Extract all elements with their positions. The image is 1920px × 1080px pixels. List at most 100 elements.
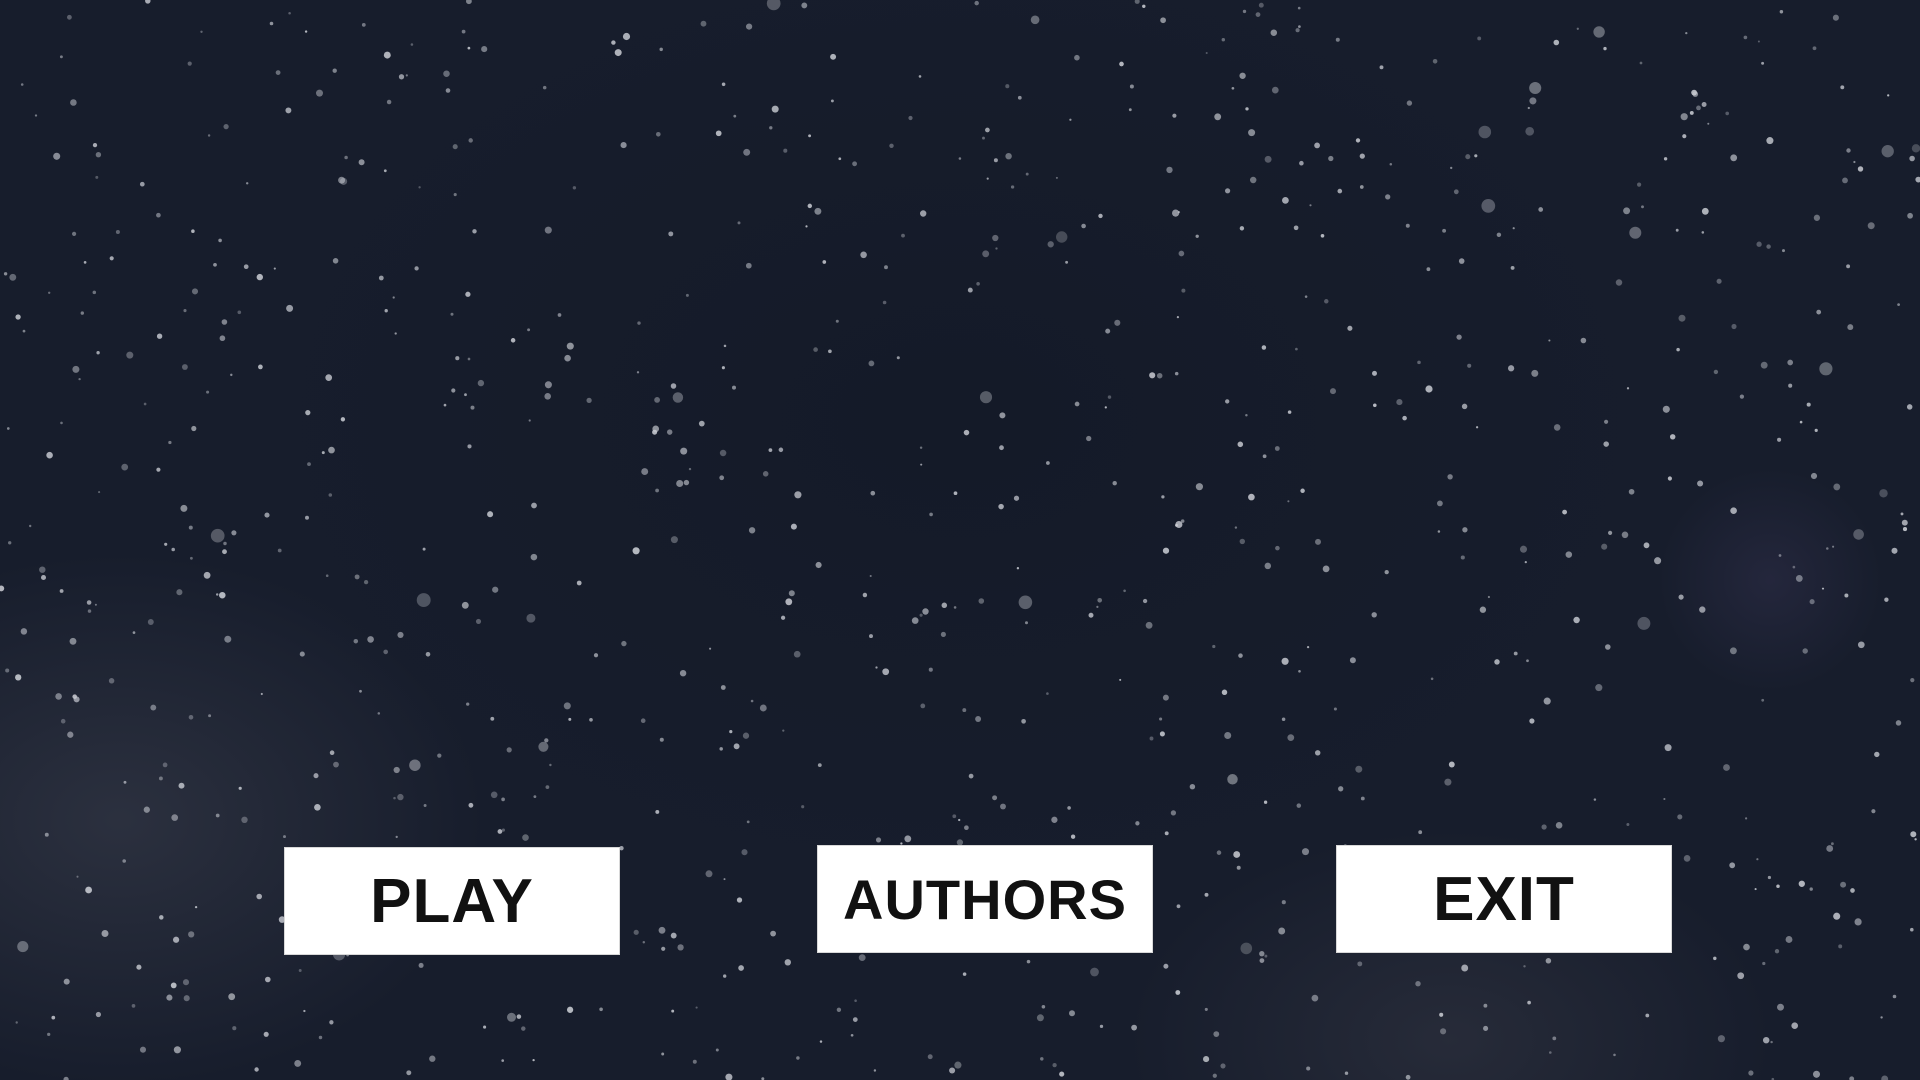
star xyxy=(95,1011,101,1018)
star xyxy=(884,265,888,270)
star xyxy=(470,405,475,410)
star xyxy=(1664,744,1672,752)
star xyxy=(1065,260,1069,264)
star xyxy=(182,979,190,986)
star xyxy=(1005,152,1012,160)
star xyxy=(490,791,498,799)
star xyxy=(92,290,97,295)
star xyxy=(145,0,151,4)
star xyxy=(1259,958,1265,963)
star xyxy=(17,941,29,953)
star xyxy=(1172,209,1180,217)
star xyxy=(1439,1012,1444,1017)
star xyxy=(1545,958,1552,964)
star xyxy=(1444,778,1452,786)
star xyxy=(109,256,114,261)
star xyxy=(183,309,187,313)
star xyxy=(953,491,958,496)
star xyxy=(321,451,325,455)
star xyxy=(1850,888,1855,893)
star xyxy=(1016,567,1020,570)
star xyxy=(982,250,990,258)
star xyxy=(1483,1025,1489,1031)
star xyxy=(940,631,946,637)
star xyxy=(1465,154,1471,160)
star xyxy=(737,221,741,225)
star xyxy=(586,397,592,404)
star xyxy=(992,795,998,801)
star xyxy=(533,795,537,799)
star xyxy=(170,982,177,989)
star xyxy=(1663,157,1668,161)
star xyxy=(354,574,360,580)
star xyxy=(445,88,451,93)
star xyxy=(1792,565,1796,569)
star xyxy=(59,55,63,59)
authors-button[interactable]: AUTHORS xyxy=(817,845,1153,953)
star xyxy=(920,210,927,217)
star xyxy=(397,793,404,801)
star xyxy=(974,0,979,6)
star xyxy=(1245,414,1248,417)
star xyxy=(188,714,194,720)
star xyxy=(670,932,677,939)
star xyxy=(1623,207,1631,215)
star xyxy=(1371,612,1377,618)
star xyxy=(1347,325,1353,331)
star xyxy=(658,926,666,934)
star xyxy=(101,930,109,937)
star xyxy=(1287,734,1295,741)
star xyxy=(189,556,193,560)
star xyxy=(564,354,571,362)
star xyxy=(452,144,458,150)
star xyxy=(8,541,12,545)
star xyxy=(908,115,913,121)
star xyxy=(1231,86,1235,90)
star xyxy=(1641,205,1644,209)
star xyxy=(1475,426,1479,429)
star xyxy=(15,674,22,681)
play-button[interactable]: PLAY xyxy=(284,847,620,955)
star xyxy=(1328,155,1334,162)
star xyxy=(705,870,713,878)
star xyxy=(215,593,219,596)
star xyxy=(76,875,79,878)
star xyxy=(475,618,482,624)
exit-button[interactable]: EXIT xyxy=(1336,845,1672,953)
star xyxy=(501,1059,505,1062)
star xyxy=(808,134,812,138)
star xyxy=(1766,137,1774,145)
star xyxy=(685,293,689,297)
star xyxy=(1278,927,1286,935)
star xyxy=(1415,981,1421,987)
star xyxy=(1766,244,1771,249)
star xyxy=(566,342,574,350)
star xyxy=(929,512,933,517)
star xyxy=(466,0,472,5)
star xyxy=(1821,587,1825,590)
star xyxy=(9,273,17,281)
star xyxy=(732,385,736,390)
star xyxy=(1440,1028,1447,1035)
star xyxy=(1707,122,1710,125)
star xyxy=(1175,523,1178,527)
star xyxy=(1129,84,1134,89)
star xyxy=(1259,951,1265,957)
star xyxy=(1460,555,1465,560)
star xyxy=(1816,309,1822,315)
star xyxy=(1298,669,1301,673)
star xyxy=(325,574,329,577)
star xyxy=(467,357,471,361)
star xyxy=(1264,954,1268,958)
star xyxy=(1699,606,1706,613)
star xyxy=(1527,106,1530,110)
star xyxy=(1096,605,1099,609)
star xyxy=(1224,188,1231,194)
star xyxy=(750,699,754,703)
star xyxy=(273,267,276,270)
star xyxy=(1128,108,1132,112)
star xyxy=(1203,1056,1210,1063)
star xyxy=(919,613,923,617)
star xyxy=(173,1046,181,1054)
star xyxy=(1248,129,1256,137)
